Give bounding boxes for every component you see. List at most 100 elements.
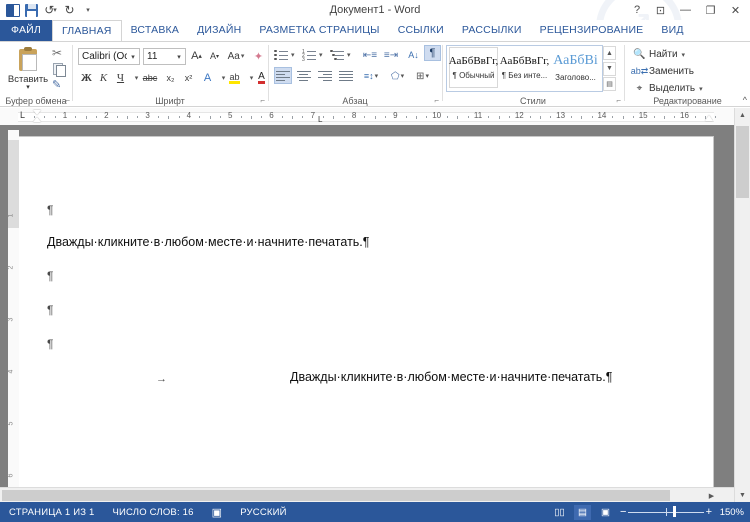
styles-gallery-scroll[interactable]: ▲ ▼ ▤ <box>603 46 616 91</box>
align-center-icon[interactable] <box>295 67 313 85</box>
maximize-icon[interactable]: ❐ <box>698 0 723 20</box>
styles-scroll-up-icon[interactable]: ▲ <box>603 46 616 60</box>
close-icon[interactable]: ✕ <box>723 0 748 20</box>
chevron-down-icon[interactable]: ▾ <box>26 83 30 91</box>
bullets-icon[interactable]: ▾ <box>274 46 295 64</box>
replace-button[interactable]: ab⇄ Заменить <box>631 64 694 79</box>
scroll-down-icon[interactable]: ▼ <box>735 488 750 502</box>
tab-stop-selector-icon[interactable]: L <box>20 110 25 120</box>
vertical-scroll-thumb[interactable] <box>736 126 749 198</box>
scroll-up-icon[interactable]: ▲ <box>735 108 750 122</box>
select-button[interactable]: ⌖ Выделить ▾ <box>633 81 703 96</box>
tab-mailings[interactable]: РАССЫЛКИ <box>453 20 531 41</box>
styles-more-icon[interactable]: ▤ <box>603 77 616 91</box>
subscript-icon[interactable]: x₂ <box>162 69 179 87</box>
tab-insert[interactable]: ВСТАВКА <box>122 20 188 41</box>
tab-home[interactable]: ГЛАВНАЯ <box>52 20 122 41</box>
decrease-indent-icon[interactable]: ⇤≡ <box>361 46 379 64</box>
tab-stop-marker-icon[interactable]: L <box>318 115 322 124</box>
zoom-slider[interactable]: − + <box>620 505 712 519</box>
read-mode-icon[interactable]: ▯▯ <box>551 505 568 520</box>
print-layout-icon[interactable]: ▤ <box>574 504 591 520</box>
right-indent-marker[interactable] <box>705 115 713 121</box>
document-paragraph-2: Дважды·кликните·в·любом·месте·и·начните·… <box>290 370 613 384</box>
zoom-level[interactable]: 150% <box>718 507 746 518</box>
styles-gallery[interactable]: АаБбВвГг, ¶ Обычный АаБбВвГг, ¶ Без инте… <box>446 45 603 92</box>
italic-icon[interactable]: К <box>95 69 112 87</box>
proofing-icon[interactable]: ▣ <box>203 506 232 519</box>
ribbon-display-options-icon[interactable]: ⊡ <box>648 0 673 20</box>
tab-view[interactable]: ВИД <box>652 20 692 41</box>
font-dialog-launcher[interactable]: ⌐ <box>260 96 265 105</box>
font-size-combobox[interactable]: 11 ▾ <box>143 48 186 65</box>
language-indicator[interactable]: РУССКИЙ <box>231 507 295 518</box>
chevron-down-icon[interactable]: ▾ <box>682 51 686 59</box>
style-item-no-spacing[interactable]: АаБбВвГг, ¶ Без инте... <box>500 47 549 88</box>
vertical-ruler[interactable]: 1 2 3 4 5 6 <box>7 130 19 502</box>
document-canvas[interactable]: ¶ Дважды·кликните·в·любом·месте·и·начнит… <box>0 125 750 507</box>
customize-quick-access-icon[interactable]: ▾ <box>80 2 97 18</box>
chevron-down-icon[interactable]: ▾ <box>699 85 703 93</box>
document-page[interactable]: ¶ Дважды·кликните·в·любом·месте·и·начнит… <box>19 137 713 507</box>
multilevel-list-icon[interactable]: ▾ <box>330 46 351 64</box>
redo-icon[interactable]: ↻ <box>61 2 78 18</box>
justify-icon[interactable] <box>337 67 355 85</box>
strikethrough-icon[interactable]: abc <box>140 69 160 87</box>
underline-icon[interactable]: Ч <box>112 69 129 87</box>
help-icon[interactable]: ? <box>626 0 648 20</box>
collapse-ribbon-icon[interactable]: ^ <box>743 95 747 105</box>
clear-formatting-icon[interactable]: ✦ <box>250 47 267 65</box>
font-family-combobox[interactable]: Calibri (Оснc ▾ <box>78 48 140 65</box>
tab-design[interactable]: ДИЗАЙН <box>188 20 250 41</box>
tab-page-layout[interactable]: РАЗМЕТКА СТРАНИЦЫ <box>250 20 388 41</box>
paragraph-dialog-launcher[interactable]: ⌐ <box>434 96 439 105</box>
line-spacing-icon[interactable]: ≡↕ ▾ <box>361 67 381 85</box>
zoom-in-icon[interactable]: + <box>706 506 712 518</box>
zoom-out-icon[interactable]: − <box>620 506 626 518</box>
page-indicator[interactable]: СТРАНИЦА 1 ИЗ 1 <box>0 507 104 518</box>
paste-button[interactable]: Вставить ▾ <box>8 45 48 95</box>
vertical-scrollbar[interactable]: ▲ ▼ <box>734 108 750 502</box>
tab-file[interactable]: ФАЙЛ <box>0 20 52 41</box>
zoom-thumb[interactable] <box>673 506 676 517</box>
shading-icon[interactable]: ⬠ ▾ <box>389 67 406 85</box>
cut-icon[interactable]: ✂ <box>52 46 68 60</box>
numbering-icon[interactable]: 1 2 3 ▾ <box>302 46 323 64</box>
undo-icon[interactable]: ↺ ▾ <box>42 2 59 18</box>
scroll-right-icon[interactable]: ▶ <box>705 489 718 502</box>
minimize-icon[interactable]: — <box>673 0 698 20</box>
borders-icon[interactable]: ⊞ ▾ <box>414 67 431 85</box>
word-count[interactable]: ЧИСЛО СЛОВ: 16 <box>104 507 203 518</box>
find-button[interactable]: 🔍 Найти ▾ <box>633 47 685 62</box>
align-right-icon[interactable] <box>316 67 334 85</box>
chevron-down-icon[interactable]: ▾ <box>173 53 185 61</box>
horizontal-scroll-thumb[interactable] <box>2 490 670 501</box>
word-logo-icon[interactable] <box>4 2 21 18</box>
highlight-color-icon[interactable]: ab <box>226 69 243 87</box>
style-item-heading1[interactable]: АаБбВі Заголово... <box>551 47 600 88</box>
change-case-icon[interactable]: Aa ▾ <box>225 47 247 65</box>
save-icon[interactable] <box>23 2 40 18</box>
copy-icon[interactable] <box>52 62 68 77</box>
increase-indent-icon[interactable]: ≡⇥ <box>382 46 400 64</box>
clipboard-dialog-launcher[interactable]: ⌐ <box>65 96 70 105</box>
sort-icon[interactable]: A↓ <box>405 46 422 64</box>
grow-font-icon[interactable]: A ▴ <box>188 47 205 65</box>
horizontal-scrollbar[interactable]: ▶ <box>0 487 734 502</box>
tab-review[interactable]: РЕЦЕНЗИРОВАНИЕ <box>531 20 653 41</box>
superscript-icon[interactable]: x² <box>180 69 197 87</box>
styles-scroll-down-icon[interactable]: ▼ <box>603 61 616 76</box>
bold-icon[interactable]: Ж <box>78 69 95 87</box>
shrink-font-icon[interactable]: A ▾ <box>206 47 223 65</box>
format-painter-icon[interactable]: ✎ <box>52 78 68 92</box>
ruler-number: 5 <box>227 111 233 120</box>
styles-dialog-launcher[interactable]: ⌐ <box>616 96 621 105</box>
web-layout-icon[interactable]: ▣ <box>597 505 614 520</box>
text-effects-icon[interactable]: A <box>199 69 216 87</box>
align-left-icon[interactable] <box>274 67 292 84</box>
show-formatting-marks-icon[interactable]: ¶ <box>424 45 441 61</box>
tab-references[interactable]: ССЫЛКИ <box>389 20 453 41</box>
horizontal-ruler[interactable]: L L 1 2 3 4 5 6 7 8 9 10 11 12 13 14 15 16 <box>0 108 750 125</box>
chevron-down-icon[interactable]: ▾ <box>127 53 139 61</box>
style-item-normal[interactable]: АаБбВвГг, ¶ Обычный <box>449 47 498 88</box>
